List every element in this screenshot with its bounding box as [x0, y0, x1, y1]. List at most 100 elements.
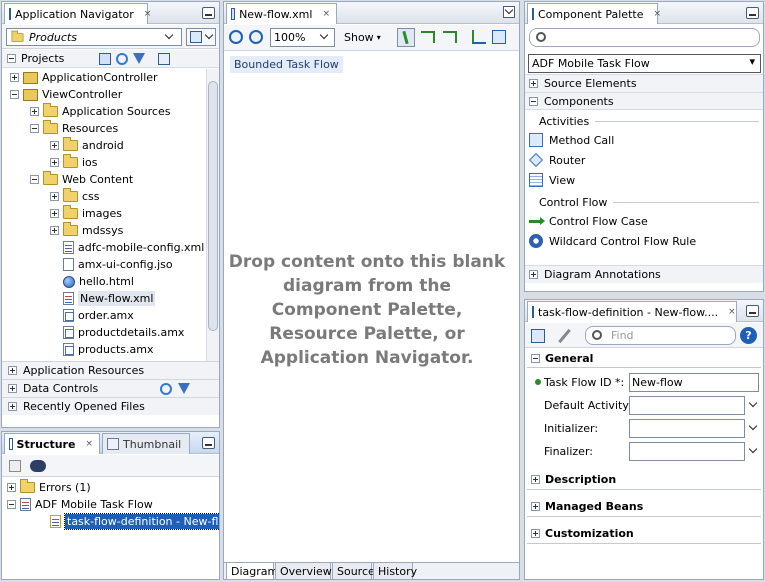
close-icon[interactable]: ×	[322, 9, 330, 19]
close-icon[interactable]: ×	[653, 9, 661, 19]
collapse-icon[interactable]	[7, 54, 16, 63]
expand-icon[interactable]	[10, 73, 19, 82]
collapse-icon[interactable]	[10, 90, 19, 99]
tab-structure[interactable]: Structure ×	[4, 433, 100, 454]
data-controls-section[interactable]: Data Controls	[2, 379, 219, 397]
tree-item[interactable]: android	[50, 137, 124, 154]
zoom-out-icon[interactable]	[249, 30, 263, 44]
recently-opened-files-section[interactable]: Recently Opened Files	[2, 397, 219, 415]
minimize-button[interactable]	[746, 305, 759, 317]
property-find-input[interactable]: Find	[585, 326, 736, 345]
general-section-header[interactable]: General	[527, 350, 761, 368]
chevron-down-icon[interactable]	[749, 423, 759, 433]
tree-item[interactable]: mdssys	[50, 222, 123, 239]
diagram-canvas[interactable]: Drop content onto this blank diagram fro…	[224, 76, 519, 562]
tree-item[interactable]: Errors (1)	[7, 479, 91, 496]
refresh-icon[interactable]	[160, 382, 173, 395]
tree-options-icon[interactable]	[158, 52, 171, 65]
chevron-down-icon[interactable]	[749, 400, 759, 410]
tree-item[interactable]: adfc-mobile-config.xml	[50, 239, 204, 256]
property-input[interactable]	[629, 442, 745, 461]
minimize-button[interactable]	[202, 437, 215, 449]
tree-item[interactable]: ApplicationController	[10, 69, 158, 86]
expand-icon[interactable]	[50, 158, 59, 167]
palette-item-router[interactable]: Router	[525, 150, 763, 170]
property-section-managed-beans[interactable]: Managed Beans	[527, 497, 761, 517]
edit-icon[interactable]	[558, 328, 571, 344]
close-icon[interactable]: ×	[728, 307, 736, 317]
tree-item[interactable]: order.amx	[50, 307, 134, 324]
tree-item[interactable]: amx-ui-config.jso	[50, 256, 173, 273]
project-selector[interactable]: Products	[6, 28, 182, 46]
tab-list-icon[interactable]	[503, 6, 515, 18]
close-icon[interactable]: ×	[85, 439, 93, 449]
tree-item[interactable]: products.amx	[50, 341, 154, 358]
tree-item[interactable]: hello.html	[50, 273, 134, 290]
tab-history[interactable]: History	[373, 563, 417, 579]
tab-overview[interactable]: Overview	[275, 563, 332, 579]
bind-to-data-icon[interactable]	[531, 329, 545, 343]
palette-item-wildcard-control-flow-rule[interactable]: Wildcard Control Flow Rule	[525, 231, 763, 251]
collapse-icon[interactable]	[30, 124, 39, 133]
scrollbar-thumb[interactable]	[208, 81, 218, 331]
connector-tool-icon[interactable]	[421, 31, 435, 43]
diagram-annotations-group[interactable]: Diagram Annotations	[525, 265, 763, 283]
tree-item[interactable]: images	[50, 205, 122, 222]
close-icon[interactable]: ×	[144, 9, 152, 19]
property-section-description[interactable]: Description	[527, 470, 761, 490]
tree-item[interactable]: ios	[50, 154, 98, 171]
tab-source[interactable]: Source	[332, 563, 375, 579]
refresh-icon[interactable]	[116, 52, 129, 65]
collapse-icon[interactable]	[30, 175, 39, 184]
palette-search-input[interactable]	[529, 28, 760, 47]
expand-icon[interactable]	[30, 107, 39, 116]
property-section-customization[interactable]: Customization	[527, 524, 761, 544]
navigator-scrollbar[interactable]	[206, 69, 219, 361]
palette-item-control-flow-case[interactable]: Control Flow Case	[525, 211, 763, 231]
palette-category-select[interactable]: ADF Mobile Task Flow ▾	[528, 54, 761, 73]
navigator-options-button[interactable]	[186, 28, 216, 46]
tree-item[interactable]: Web Content	[30, 171, 133, 188]
help-icon[interactable]: ?	[740, 327, 757, 344]
tree-item[interactable]: New-flow.xml	[50, 290, 156, 307]
collapse-icon[interactable]	[7, 500, 16, 509]
sync-icon[interactable]	[9, 460, 21, 472]
breadcrumb[interactable]: Bounded Task Flow	[230, 56, 343, 73]
layout-icon[interactable]	[472, 30, 486, 44]
tree-item[interactable]: css	[50, 188, 100, 205]
palette-item-method-call[interactable]: Method Call	[525, 130, 763, 150]
tree-item[interactable]: task-flow-definition - New-flow	[37, 513, 219, 530]
find-icon[interactable]	[30, 460, 46, 472]
expand-icon[interactable]	[50, 141, 59, 150]
property-input[interactable]	[629, 419, 745, 438]
select-tool-icon[interactable]	[397, 28, 415, 47]
palette-item-view[interactable]: View	[525, 170, 763, 190]
tree-item[interactable]: ViewController	[10, 86, 122, 103]
connector-alt-icon[interactable]	[443, 31, 457, 43]
expand-icon[interactable]	[50, 226, 59, 235]
search-icon[interactable]	[99, 52, 112, 65]
tab-diagram[interactable]: Diagram	[226, 563, 278, 579]
zoom-selector[interactable]: 100%	[270, 28, 335, 47]
tab-component-palette[interactable]: Component Palette ×	[527, 3, 661, 24]
projects-header[interactable]: Projects	[2, 50, 219, 68]
expand-icon[interactable]	[7, 483, 16, 492]
tree-item[interactable]: Resources	[30, 120, 118, 137]
property-input[interactable]	[629, 396, 745, 415]
chevron-down-icon[interactable]	[749, 446, 759, 456]
layout-options-icon[interactable]	[492, 30, 506, 44]
filter-icon[interactable]	[178, 383, 191, 394]
tab-thumbnail[interactable]: Thumbnail	[102, 433, 190, 454]
tab-task-flow-definition[interactable]: task-flow-definition - New-flow.... ×	[527, 301, 737, 322]
tree-item[interactable]: productdetails.amx	[50, 324, 184, 341]
filter-icon[interactable]	[133, 53, 146, 64]
zoom-in-icon[interactable]	[229, 30, 243, 44]
tab-new-flow-xml[interactable]: New-flow.xml ×	[226, 3, 337, 24]
minimize-button[interactable]	[746, 7, 759, 19]
source-elements-group[interactable]: Source Elements	[525, 74, 763, 92]
show-menu-button[interactable]: Show ▾	[344, 31, 381, 44]
minimize-button[interactable]	[202, 7, 215, 19]
tab-application-navigator[interactable]: Application Navigator ×	[4, 3, 151, 24]
tree-item[interactable]: Application Sources	[30, 103, 170, 120]
components-group[interactable]: Components	[525, 92, 763, 110]
